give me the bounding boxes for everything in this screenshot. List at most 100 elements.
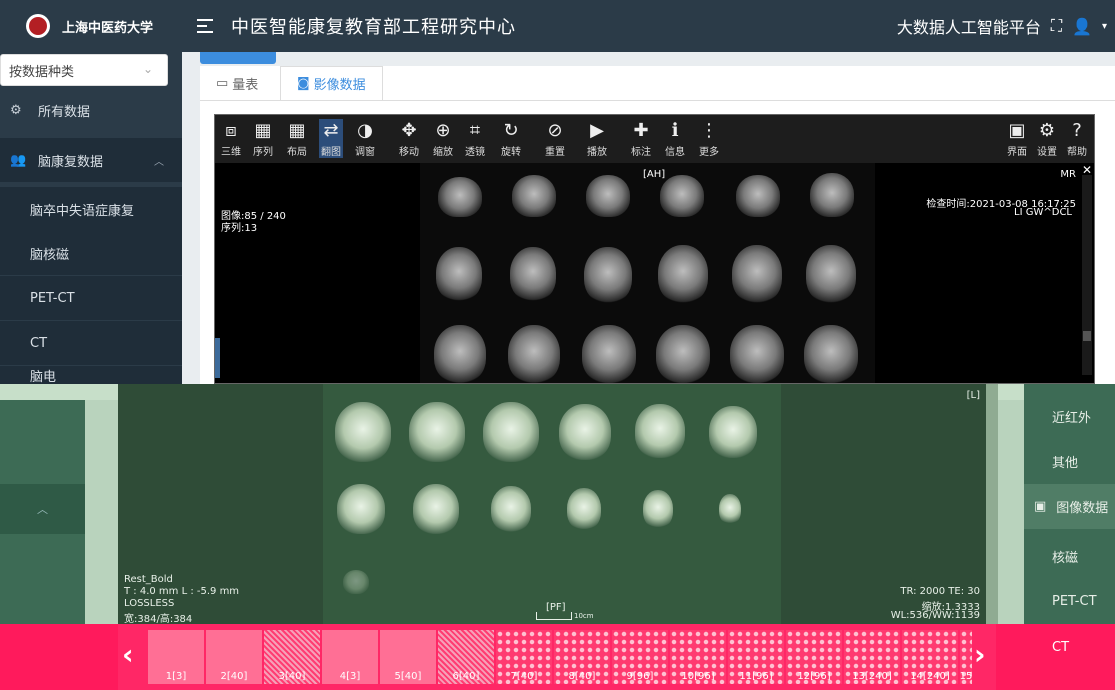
sidebar: 按数据种类 ⌄ ⚙ 所有数据 👥 脑康复数据 ︿ 脑卒中失语症康复 脑核磁 PE…: [0, 52, 182, 385]
chevron-down-icon: ⌄: [142, 62, 153, 76]
tr-te-label: TR: 2000 TE: 30: [900, 586, 980, 597]
series-thumb[interactable]: 5[40]: [380, 630, 436, 684]
sidebar-item-all-data[interactable]: ⚙ 所有数据: [0, 88, 182, 132]
sidebar-item-pet-ct[interactable]: PET-CT: [0, 276, 182, 320]
tool-help[interactable]: ? 帮助: [1067, 119, 1087, 158]
action-button[interactable]: [200, 52, 276, 64]
menu-item-other[interactable]: 其他: [1024, 439, 1115, 484]
series-thumb[interactable]: 2[40]: [206, 630, 262, 684]
series-thumb[interactable]: 15: [960, 630, 972, 684]
move-icon: ✥: [401, 120, 417, 141]
interface-icon: ▣: [1008, 120, 1026, 141]
scale-bar: [536, 612, 572, 620]
fullscreen-icon[interactable]: ⛶: [1051, 16, 1062, 36]
viewer-toolbar: ⧈ 三维 ▦ 序列 ▦ 布局 ⇄ 翻图 ◑ 调窗 ✥ 移动 ⊕ 缩放 ⌗ 透镜 ↻ 旋转 ⊘ 重置 …: [215, 115, 1094, 163]
tool-move[interactable]: ✥ 移动: [399, 119, 419, 158]
series-label: 序列:13: [221, 223, 258, 234]
cube-icon: ⧈: [225, 120, 237, 141]
mosaic-image-lower: [323, 384, 781, 624]
series-filmstrip: ‹ 1[3] 2[40] 3[40] 4[3] 5[40] 6[40] 7[40…: [0, 624, 1115, 690]
zoom-icon: ⊕: [435, 120, 451, 141]
patient-name: LI GW^DCL: [1014, 207, 1072, 218]
sidebar-item-brain-rehab[interactable]: 👥 脑康复数据 ︿: [0, 138, 182, 182]
tool-flip[interactable]: ⇄ 翻图: [319, 119, 343, 158]
collapse-toggle[interactable]: ︿: [0, 484, 85, 534]
menu-item-image-data[interactable]: ▣ 图像数据: [1024, 484, 1115, 529]
series-thumb[interactable]: 9[96]: [612, 630, 668, 684]
series-thumb[interactable]: 3[40]: [264, 630, 320, 684]
data-type-select[interactable]: 按数据种类 ⌄: [0, 54, 168, 86]
chevron-down-icon[interactable]: ▾: [1102, 21, 1107, 32]
tab-scale[interactable]: ▭ 量表: [200, 66, 274, 100]
series-thumb[interactable]: 1[3]: [148, 630, 204, 684]
filmstrip-track: ‹ 1[3] 2[40] 3[40] 4[3] 5[40] 6[40] 7[40…: [118, 624, 996, 690]
chevron-up-icon: ︿: [154, 156, 164, 168]
tool-zoom[interactable]: ⊕ 缩放: [433, 119, 453, 158]
left-panel-handle[interactable]: [215, 338, 220, 378]
orientation-top-label: [AH]: [643, 169, 666, 180]
sidebar-item-brain-mri[interactable]: 脑核磁: [0, 231, 182, 275]
series-thumb[interactable]: 10[96]: [670, 630, 726, 684]
university-logo: [26, 14, 50, 38]
tool-settings[interactable]: ⚙ 设置: [1037, 119, 1057, 158]
viewer-scrollbar[interactable]: [1082, 175, 1092, 375]
series-thumb[interactable]: 13[240]: [844, 630, 900, 684]
help-icon: ?: [1072, 120, 1082, 141]
tool-3d[interactable]: ⧈ 三维: [221, 119, 241, 158]
thickness-label: T : 4.0 mm L : -5.9 mm: [124, 586, 240, 597]
image-icon: ▣: [1034, 499, 1047, 514]
tool-series[interactable]: ▦ 序列: [253, 119, 273, 158]
tool-window[interactable]: ◑ 调窗: [355, 119, 375, 158]
scale-unit: 10cm: [574, 612, 594, 620]
layout-grid-icon: ▦: [288, 120, 306, 141]
menu-toggle-icon[interactable]: [197, 19, 214, 33]
tool-layout[interactable]: ▦ 布局: [287, 119, 307, 158]
play-icon: ▶: [590, 120, 604, 141]
tool-rotate[interactable]: ↻ 旋转: [501, 119, 521, 158]
sidebar-item-stroke-aphasia[interactable]: 脑卒中失语症康复: [0, 187, 182, 231]
series-thumb[interactable]: 11[96]: [728, 630, 784, 684]
chevron-up-icon: ︿: [37, 503, 48, 516]
protocol-label: Rest_Bold: [124, 574, 173, 585]
more-icon: ⋮: [700, 120, 718, 141]
tool-lens[interactable]: ⌗ 透镜: [465, 119, 485, 158]
tool-more[interactable]: ⋮ 更多: [699, 119, 719, 158]
sidebar-item-eeg[interactable]: 脑电: [0, 366, 182, 385]
lens-icon: ⌗: [469, 120, 481, 141]
university-name: 上海中医药大学: [62, 20, 154, 36]
menu-item-nirs[interactable]: 近红外: [1024, 394, 1115, 439]
series-thumb[interactable]: 8[40]: [554, 630, 610, 684]
gear-icon: ⚙: [1038, 120, 1056, 141]
chevron-left-icon[interactable]: ‹: [122, 638, 134, 671]
lower-scrollbar[interactable]: [986, 384, 998, 624]
tab-image-data[interactable]: ◙ 影像数据: [280, 66, 383, 100]
page-title: 中医智能康复教育部工程研究中心: [231, 17, 517, 38]
image-viewport-lower[interactable]: [L] Rest_Bold T : 4.0 mm L : -5.9 mm LOS…: [118, 384, 986, 625]
tool-annotate[interactable]: ✚ 标注: [631, 119, 651, 158]
series-thumb[interactable]: 7[40]: [496, 630, 552, 684]
tab-divider: [200, 100, 1115, 101]
series-thumb[interactable]: 4[3]: [322, 630, 378, 684]
chevron-right-icon[interactable]: ›: [974, 638, 986, 671]
tool-interface[interactable]: ▣ 界面: [1007, 119, 1027, 158]
menu-item-ct[interactable]: CT: [1024, 624, 1115, 690]
info-icon: ℹ: [671, 120, 679, 141]
swap-icon: ⇄: [323, 120, 339, 141]
image-viewport[interactable]: [AH] MR ✕ 检查时间:2021-03-08 16:17:25 LI GW…: [215, 163, 1094, 383]
sidebar-item-ct[interactable]: CT: [0, 321, 182, 365]
top-header: 上海中医药大学 中医智能康复教育部工程研究中心 大数据人工智能平台 ⛶ 👤 ▾: [0, 0, 1115, 52]
tool-reset[interactable]: ⊘ 重置: [545, 119, 565, 158]
dimensions-label: 宽:384/高:384: [124, 614, 193, 625]
series-thumb[interactable]: 14[240]: [902, 630, 958, 684]
tool-info[interactable]: ℹ 信息: [665, 119, 685, 158]
user-icon[interactable]: 👤: [1072, 17, 1092, 36]
series-thumb[interactable]: 6[40]: [438, 630, 494, 684]
series-thumb[interactable]: 12[96]: [786, 630, 842, 684]
rotate-icon: ↻: [503, 120, 519, 141]
menu-item-pet-ct[interactable]: PET-CT: [1024, 579, 1115, 624]
mosaic-image: [420, 163, 875, 383]
tool-play[interactable]: ▶ 播放: [587, 119, 607, 158]
menu-item-mri[interactable]: 核磁: [1024, 534, 1115, 579]
modality-label: MR: [1060, 169, 1076, 180]
compression-label: LOSSLESS: [124, 598, 175, 609]
